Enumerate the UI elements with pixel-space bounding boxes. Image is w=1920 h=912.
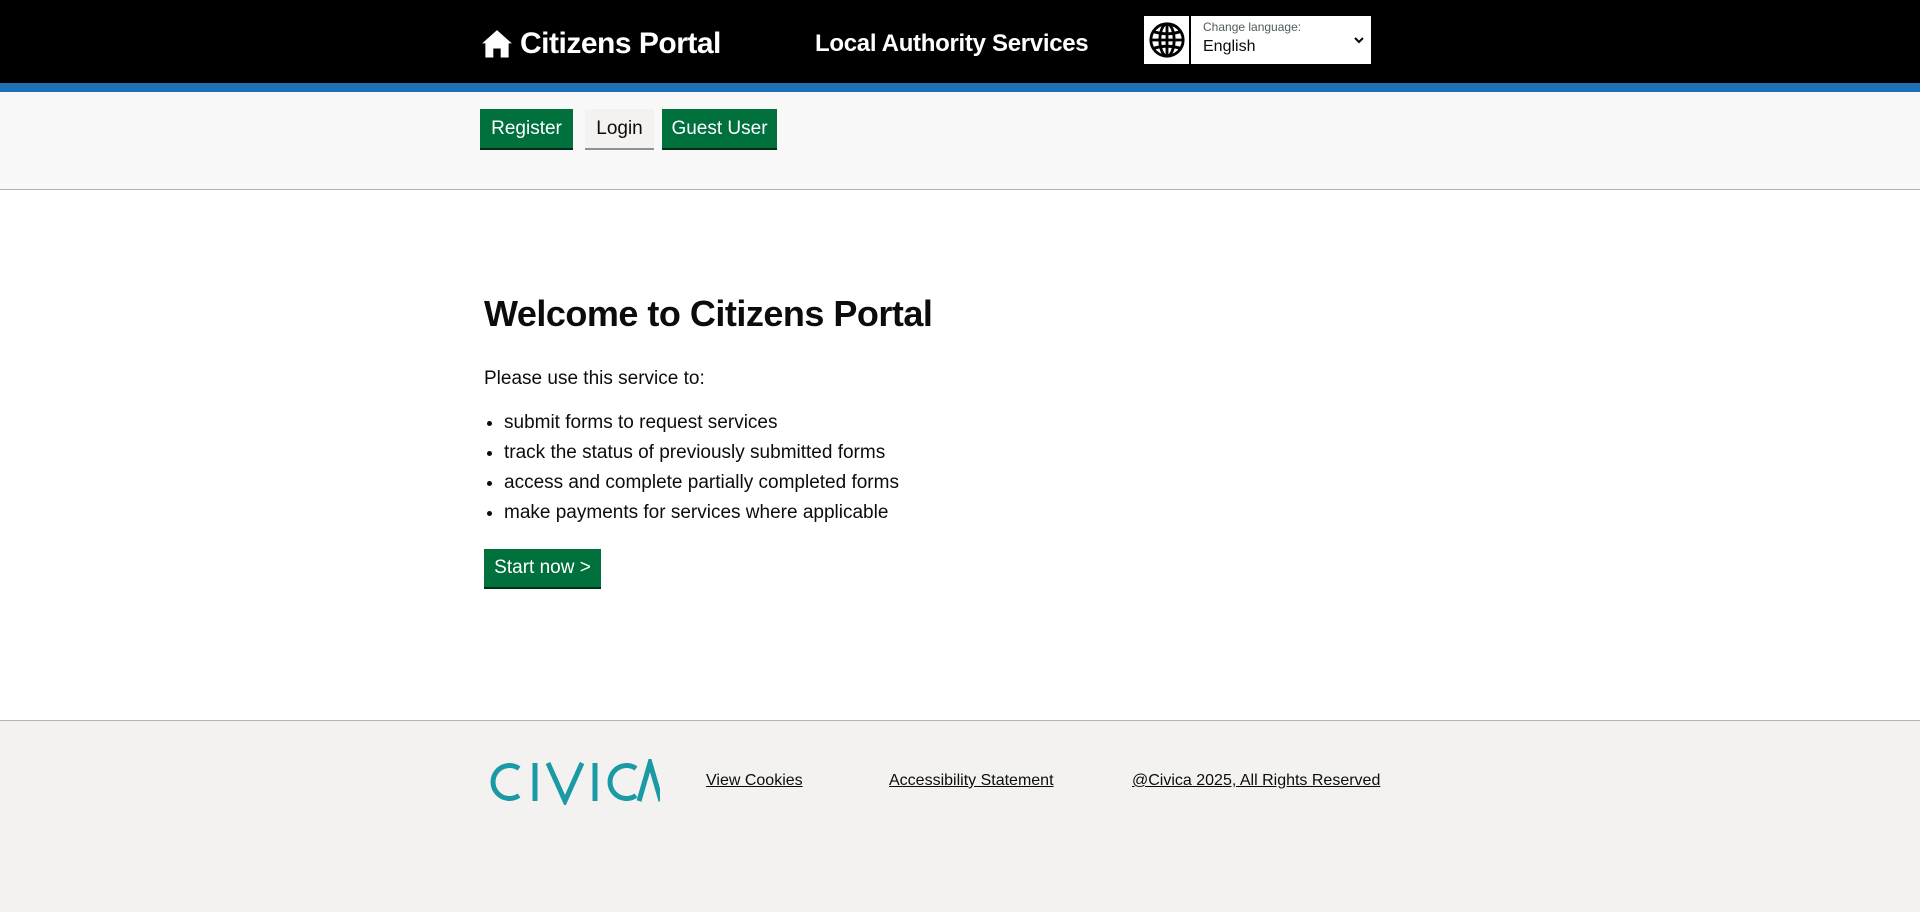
copyright-link[interactable]: @Civica 2025, All Rights Reserved xyxy=(1132,771,1380,791)
chevron-down-icon xyxy=(1354,37,1364,44)
register-button[interactable]: Register xyxy=(480,109,573,148)
guest-user-button[interactable]: Guest User xyxy=(662,109,777,148)
service-name: Local Authority Services xyxy=(815,30,1089,57)
page-title: Welcome to Citizens Portal xyxy=(484,293,933,334)
home-icon xyxy=(482,30,512,58)
language-select-value: English xyxy=(1203,38,1256,55)
brand-link[interactable]: Citizens Portal xyxy=(480,24,721,64)
view-cookies-link[interactable]: View Cookies xyxy=(706,771,803,791)
service-list: submit forms to request services track t… xyxy=(484,408,899,528)
language-select-label: Change language: xyxy=(1203,20,1302,34)
login-button[interactable]: Login xyxy=(585,109,654,148)
list-item: track the status of previously submitted… xyxy=(504,438,899,468)
main-content: Welcome to Citizens Portal Please use th… xyxy=(0,190,1920,720)
language-select[interactable]: Change language: English xyxy=(1191,16,1371,64)
start-now-button[interactable]: Start now > xyxy=(484,549,601,587)
intro-text: Please use this service to: xyxy=(484,368,705,389)
list-item: make payments for services where applica… xyxy=(504,498,899,528)
list-item: access and complete partially completed … xyxy=(504,468,899,498)
header-stripe xyxy=(0,83,1920,92)
site-header: Citizens Portal Local Authority Services… xyxy=(0,0,1920,83)
globe-icon xyxy=(1148,22,1185,58)
list-item: submit forms to request services xyxy=(504,408,899,438)
brand-title: Citizens Portal xyxy=(520,27,721,60)
accessibility-statement-link[interactable]: Accessibility Statement xyxy=(889,771,1054,791)
language-globe xyxy=(1144,16,1189,64)
site-footer: View Cookies Accessibility Statement @Ci… xyxy=(0,720,1920,912)
civica-logo xyxy=(490,759,660,805)
account-nav: Register Login Guest User xyxy=(0,92,1920,190)
